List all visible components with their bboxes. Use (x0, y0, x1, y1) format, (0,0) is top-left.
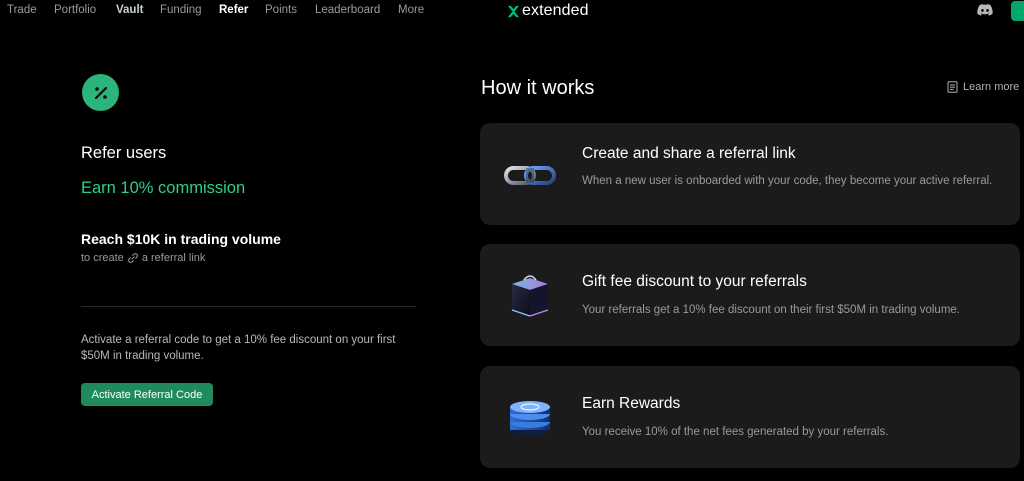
connect-button[interactable] (1011, 1, 1024, 21)
nav-more[interactable]: More (398, 4, 424, 16)
nav-vault[interactable]: Vault (116, 4, 143, 16)
card-description: You receive 10% of the net fees generate… (582, 426, 889, 438)
subtext-prefix: to create (81, 252, 124, 264)
card-title: Gift fee discount to your referrals (582, 273, 807, 290)
logo-mark-icon (507, 5, 520, 17)
section-divider (81, 306, 416, 307)
card-description: Your referrals get a 10% fee discount on… (582, 304, 961, 316)
coin-stack-icon (510, 401, 550, 436)
step-card-gift-discount: Gift fee discount to your referrals Your… (480, 244, 1020, 346)
brand-logo[interactable]: extended (507, 1, 589, 21)
nav-leaderboard[interactable]: Leaderboard (315, 4, 380, 16)
link-icon (127, 253, 138, 263)
refer-users-title: Refer users (81, 144, 167, 162)
discord-icon[interactable] (977, 4, 993, 16)
step-card-earn-rewards: Earn Rewards You receive 10% of the net … (480, 366, 1020, 468)
activate-referral-code-button[interactable]: Activate Referral Code (81, 383, 213, 406)
top-nav: Trade Portfolio Vault Funding Refer Poin… (0, 0, 1024, 24)
commission-text: Earn 10% commission (81, 179, 246, 197)
how-it-works-title: How it works (481, 77, 595, 99)
nav-funding[interactable]: Funding (160, 4, 202, 16)
volume-requirement: Reach $10K in trading volume (81, 231, 281, 247)
percent-icon (82, 74, 119, 111)
card-description: When a new user is onboarded with your c… (582, 175, 993, 187)
brand-name: extended (522, 2, 589, 19)
step-card-referral-link: Create and share a referral link When a … (480, 123, 1020, 225)
learn-more-link[interactable]: Learn more (947, 81, 1019, 93)
nav-portfolio[interactable]: Portfolio (54, 4, 96, 16)
nav-points[interactable]: Points (265, 4, 297, 16)
card-title: Earn Rewards (582, 395, 681, 412)
nav-refer[interactable]: Refer (219, 4, 248, 16)
learn-more-label: Learn more (963, 81, 1020, 93)
document-icon (947, 81, 958, 93)
subtext-suffix: a referral link (141, 252, 206, 264)
percent-glyph-icon (94, 86, 107, 99)
referral-page: Trade Portfolio Vault Funding Refer Poin… (0, 0, 1024, 481)
chain-link-icon (504, 166, 556, 185)
card-title: Create and share a referral link (582, 145, 796, 162)
activate-description: Activate a referral code to get a 10% fe… (81, 334, 396, 362)
gift-cube-icon (511, 275, 549, 317)
nav-trade[interactable]: Trade (7, 4, 37, 16)
requirement-subtext: to create a referral link (81, 252, 205, 264)
